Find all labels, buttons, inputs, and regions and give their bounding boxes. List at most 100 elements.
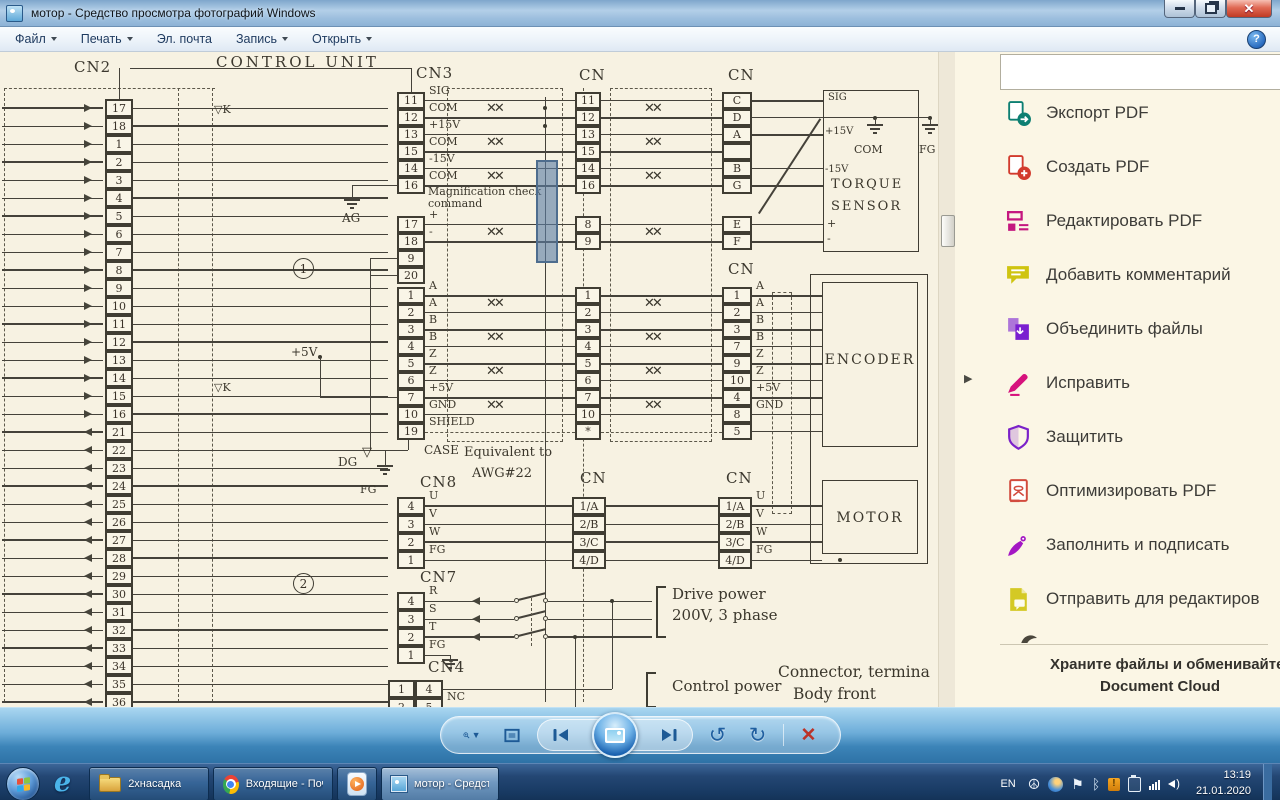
menu-open[interactable]: Открыть — [303, 29, 381, 49]
start-button[interactable] — [6, 767, 40, 800]
rotate-left-button[interactable]: ↺ — [703, 721, 733, 749]
wire — [133, 629, 388, 631]
scrollbar-thumb[interactable] — [941, 215, 955, 247]
internet-explorer-icon[interactable]: e — [54, 767, 71, 798]
dashed-wire — [425, 431, 575, 433]
connector-pin: 28 — [105, 549, 133, 567]
schematic-text: CN8 — [420, 473, 458, 491]
schematic-text: ENCODER — [824, 352, 916, 368]
connector-pin: 10 — [397, 406, 425, 423]
minimize-button[interactable] — [1164, 0, 1195, 18]
switch-contact — [543, 634, 548, 639]
arrow-icon — [84, 374, 92, 382]
sidebar-tool-combine-files[interactable]: Объединить файлы — [1005, 314, 1203, 344]
wire — [133, 521, 388, 523]
arrow-icon — [84, 572, 92, 580]
connector-pin: 2 — [397, 533, 425, 551]
connector-pin: 35 — [105, 675, 133, 693]
menu-print[interactable]: Печать — [72, 29, 142, 49]
sidebar-tool-fix[interactable]: Исправить — [1005, 368, 1130, 398]
connector-pin: 1/A — [718, 497, 752, 515]
taskbar-clock[interactable]: 13:19 21.01.2020 — [1196, 768, 1251, 800]
schematic-text: AG — [342, 211, 361, 225]
taskbar-button-folder[interactable]: 2хнасадка — [89, 767, 210, 800]
show-desktop-button[interactable] — [1263, 764, 1272, 800]
bracket — [646, 672, 656, 707]
restore-button[interactable] — [1195, 0, 1226, 18]
taskbar-button-media-player[interactable] — [337, 767, 378, 800]
junction-dot — [543, 106, 547, 110]
menu-file[interactable]: Файл — [6, 29, 66, 49]
sidebar-tool-comment[interactable]: Добавить комментарий — [1005, 260, 1231, 290]
wire — [133, 305, 388, 307]
connector-pin: 12 — [575, 109, 601, 126]
flag-tray-icon[interactable]: ⚑ — [1071, 777, 1084, 791]
window-title: мотор - Средство просмотра фотографий Wi… — [31, 6, 316, 20]
connector-pin: 4/D — [572, 551, 606, 569]
zoom-button[interactable]: ▼ — [457, 721, 487, 749]
schematic-text: A — [429, 279, 437, 292]
sidebar-tool-send-edit[interactable]: Отправить для редактиров — [1005, 584, 1260, 614]
previous-button[interactable] — [546, 721, 576, 749]
wire — [425, 559, 572, 561]
delete-button[interactable]: ✕ — [794, 721, 824, 749]
acrobat-tools-panel: ▶ Экспорт PDF Создать PDF Редактировать PD… — [955, 52, 1280, 707]
connector-pin: 13 — [575, 126, 601, 143]
sidebar-tool-edit-pdf[interactable]: Редактировать PDF — [1005, 206, 1202, 236]
taskbar-button-chrome[interactable]: Входящие - Почт... — [213, 767, 334, 800]
sidebar-tool-protect[interactable]: Защитить — [1005, 422, 1123, 452]
magnifier-icon — [462, 731, 469, 738]
connector-pin: 34 — [105, 657, 133, 675]
schematic-text: V — [756, 507, 764, 520]
connector-pin: 26 — [105, 513, 133, 531]
update-tray-icon[interactable] — [1048, 776, 1064, 792]
safely-remove-tray-icon[interactable] — [1128, 774, 1142, 792]
schematic-text: +5V — [429, 381, 454, 394]
wire — [606, 523, 718, 525]
actual-size-button[interactable] — [497, 721, 527, 749]
taskbar-button-photo-viewer[interactable]: мотор - Средств... — [381, 767, 500, 800]
menu-email[interactable]: Эл. почта — [148, 29, 221, 49]
network-signal-icon[interactable] — [1149, 779, 1161, 790]
download-manager-tray-icon[interactable] — [1108, 777, 1121, 791]
junction-dot — [543, 124, 547, 128]
schematic-text: COM — [429, 169, 458, 182]
volume-icon[interactable]: ) — [1168, 778, 1180, 790]
sidebar-tool-optimize-pdf[interactable]: Оптимизировать PDF — [1005, 476, 1216, 506]
slideshow-button[interactable] — [591, 712, 638, 758]
next-button[interactable] — [654, 721, 684, 749]
wire — [133, 251, 388, 253]
wire — [425, 618, 514, 620]
schematic-text: -15V — [825, 164, 849, 175]
export-pdf-icon — [1005, 100, 1032, 127]
panel-divider — [1000, 644, 1268, 645]
antivirus-tray-icon[interactable]: ☮ — [1028, 777, 1041, 791]
photo-scrollbar[interactable] — [938, 52, 956, 707]
rotate-right-button[interactable]: ↻ — [743, 721, 773, 749]
bluetooth-tray-icon[interactable]: ᛒ — [1092, 777, 1100, 791]
connector-pin: 11 — [105, 315, 133, 333]
menu-burn[interactable]: Запись — [227, 29, 297, 49]
schematic-text: command — [428, 197, 483, 210]
schematic-text: S — [429, 602, 437, 615]
connector-pin: 2 — [722, 304, 752, 321]
wire — [606, 505, 718, 507]
close-button[interactable]: ✕ — [1226, 0, 1272, 18]
sidebar-tool-export-pdf[interactable]: Экспорт PDF — [1005, 98, 1149, 128]
schematic-text: DG — [338, 455, 358, 469]
connector-pin: 18 — [397, 233, 425, 250]
panel-collapse-arrow-icon[interactable]: ▶ — [964, 372, 972, 385]
connector-pin: 4 — [397, 338, 425, 355]
wire — [548, 636, 652, 638]
optimize-pdf-icon — [1005, 478, 1032, 505]
sidebar-tool-create-pdf[interactable]: Создать PDF — [1005, 152, 1149, 182]
wire — [601, 346, 722, 347]
sidebar-tool-fill-sign[interactable]: Заполнить и подписать — [1005, 530, 1230, 560]
connector-pin: 16 — [575, 177, 601, 194]
help-icon[interactable]: ? — [1247, 29, 1266, 49]
language-indicator[interactable]: EN — [1000, 778, 1015, 790]
schematic-text: GND — [429, 398, 457, 411]
schematic-text: ✕✕ — [644, 398, 663, 413]
sidebar-tool-label: Экспорт PDF — [1046, 103, 1149, 122]
schematic-text: T — [429, 620, 437, 633]
